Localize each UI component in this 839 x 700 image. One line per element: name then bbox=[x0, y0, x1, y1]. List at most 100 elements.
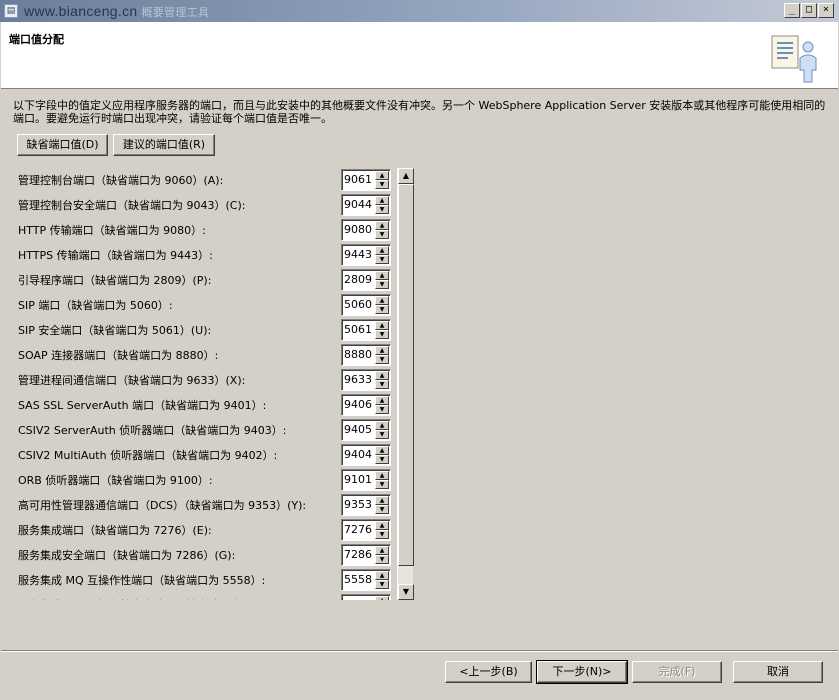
app-icon: ▤ bbox=[4, 4, 18, 18]
port-value-spinner[interactable]: ▲▼ bbox=[341, 569, 391, 591]
port-value-spinner[interactable]: ▲▼ bbox=[341, 194, 391, 216]
port-value-input[interactable] bbox=[344, 498, 374, 511]
port-value-input[interactable] bbox=[344, 273, 374, 286]
port-value-input[interactable] bbox=[344, 398, 374, 411]
port-row: CSIV2 MultiAuth 侦听器端口（缺省端口为 9402）: ▲▼ bbox=[12, 443, 397, 468]
recommended-ports-button[interactable]: 建议的端口值(R) bbox=[113, 134, 215, 156]
spin-down-arrow-icon[interactable]: ▼ bbox=[375, 480, 389, 489]
scrollbar-thumb[interactable] bbox=[398, 184, 414, 566]
port-value-spinner[interactable]: ▲▼ bbox=[341, 269, 391, 291]
port-value-spinner[interactable]: ▲▼ bbox=[341, 394, 391, 416]
port-value-input[interactable] bbox=[344, 373, 374, 386]
port-list-scrollbar[interactable]: ▲ ▼ bbox=[397, 168, 414, 600]
spin-down-arrow-icon[interactable]: ▼ bbox=[375, 280, 389, 289]
spin-down-arrow-icon[interactable]: ▼ bbox=[375, 455, 389, 464]
spin-up-arrow-icon[interactable]: ▲ bbox=[375, 246, 389, 255]
port-label: 服务集成 MQ 互操作性安全端口（缺省端口为 5578）: bbox=[18, 597, 287, 600]
spin-down-arrow-icon[interactable]: ▼ bbox=[375, 255, 389, 264]
port-value-spinner[interactable]: ▲▼ bbox=[341, 544, 391, 566]
footer-divider bbox=[1, 650, 838, 652]
port-value-input[interactable] bbox=[344, 298, 374, 311]
spin-down-arrow-icon[interactable]: ▼ bbox=[375, 380, 389, 389]
port-value-input[interactable] bbox=[344, 248, 374, 261]
port-label: SIP 安全端口（缺省端口为 5061）(U): bbox=[18, 324, 212, 337]
spin-up-arrow-icon[interactable]: ▲ bbox=[375, 221, 389, 230]
spin-down-arrow-icon[interactable]: ▼ bbox=[375, 405, 389, 414]
port-value-spinner[interactable]: ▲▼ bbox=[341, 444, 391, 466]
spin-down-arrow-icon[interactable]: ▼ bbox=[375, 530, 389, 539]
spin-up-arrow-icon[interactable]: ▲ bbox=[375, 196, 389, 205]
scroll-up-arrow-icon[interactable]: ▲ bbox=[398, 168, 414, 184]
spin-up-arrow-icon[interactable]: ▲ bbox=[375, 496, 389, 505]
port-value-spinner[interactable]: ▲▼ bbox=[341, 369, 391, 391]
default-ports-button[interactable]: 缺省端口值(D) bbox=[17, 134, 108, 156]
port-list: 管理控制台端口（缺省端口为 9060）(A):▲▼管理控制台安全端口（缺省端口为… bbox=[12, 168, 397, 600]
port-value-spinner[interactable]: ▲▼ bbox=[341, 244, 391, 266]
port-value-spinner[interactable]: ▲▼ bbox=[341, 344, 391, 366]
port-label: 管理控制台端口（缺省端口为 9060）(A): bbox=[18, 174, 224, 187]
maximize-button[interactable]: □ bbox=[801, 3, 817, 18]
spin-down-arrow-icon[interactable]: ▼ bbox=[375, 180, 389, 189]
port-value-input[interactable] bbox=[344, 548, 374, 561]
port-label: HTTP 传输端口（缺省端口为 9080）: bbox=[18, 224, 206, 237]
minimize-button[interactable]: _ bbox=[784, 3, 800, 18]
port-value-input[interactable] bbox=[344, 523, 374, 536]
port-value-spinner[interactable]: ▲▼ bbox=[341, 294, 391, 316]
port-value-input[interactable] bbox=[344, 423, 374, 436]
spin-down-arrow-icon[interactable]: ▼ bbox=[375, 355, 389, 364]
cancel-button[interactable]: 取消 bbox=[733, 661, 823, 683]
description-text: 以下字段中的值定义应用程序服务器的端口，而且与此安装中的其他概要文件没有冲突。另… bbox=[13, 99, 826, 125]
spin-up-arrow-icon[interactable]: ▲ bbox=[375, 396, 389, 405]
spin-down-arrow-icon[interactable]: ▼ bbox=[375, 330, 389, 339]
port-label: CSIV2 ServerAuth 侦听器端口（缺省端口为 9403）: bbox=[18, 424, 287, 437]
port-row: SIP 端口（缺省端口为 5060）: ▲▼ bbox=[12, 293, 397, 318]
port-value-spinner[interactable]: ▲▼ bbox=[341, 419, 391, 441]
scroll-down-arrow-icon[interactable]: ▼ bbox=[398, 584, 414, 600]
port-value-spinner[interactable]: ▲▼ bbox=[341, 469, 391, 491]
spin-up-arrow-icon[interactable]: ▲ bbox=[375, 571, 389, 580]
spin-down-arrow-icon[interactable]: ▼ bbox=[375, 205, 389, 214]
spin-up-arrow-icon[interactable]: ▲ bbox=[375, 321, 389, 330]
spin-down-arrow-icon[interactable]: ▼ bbox=[375, 230, 389, 239]
spin-up-arrow-icon[interactable]: ▲ bbox=[375, 271, 389, 280]
port-value-input[interactable] bbox=[344, 173, 374, 186]
port-row: 管理控制台安全端口（缺省端口为 9043）(C): ▲▼ bbox=[12, 193, 397, 218]
port-value-spinner[interactable]: ▲▼ bbox=[341, 519, 391, 541]
port-value-input[interactable] bbox=[344, 473, 374, 486]
spin-down-arrow-icon[interactable]: ▼ bbox=[375, 430, 389, 439]
spin-down-arrow-icon[interactable]: ▼ bbox=[375, 555, 389, 564]
spin-down-arrow-icon[interactable]: ▼ bbox=[375, 305, 389, 314]
spin-up-arrow-icon[interactable]: ▲ bbox=[375, 296, 389, 305]
port-value-input[interactable] bbox=[344, 323, 374, 336]
port-value-input[interactable] bbox=[344, 223, 374, 236]
spin-up-arrow-icon[interactable]: ▲ bbox=[375, 596, 389, 600]
spin-up-arrow-icon[interactable]: ▲ bbox=[375, 446, 389, 455]
next-button[interactable]: 下一步(N)> bbox=[536, 660, 628, 684]
back-button[interactable]: <上一步(B) bbox=[445, 661, 532, 683]
spin-down-arrow-icon[interactable]: ▼ bbox=[375, 580, 389, 589]
port-row: 高可用性管理器通信端口（DCS）（缺省端口为 9353）(Y): ▲▼ bbox=[12, 493, 397, 518]
spin-up-arrow-icon[interactable]: ▲ bbox=[375, 546, 389, 555]
port-value-spinner[interactable]: ▲▼ bbox=[341, 319, 391, 341]
port-value-input[interactable] bbox=[344, 598, 374, 600]
port-value-input[interactable] bbox=[344, 573, 374, 586]
port-label: SAS SSL ServerAuth 端口（缺省端口为 9401）: bbox=[18, 399, 267, 412]
port-value-input[interactable] bbox=[344, 348, 374, 361]
spin-up-arrow-icon[interactable]: ▲ bbox=[375, 471, 389, 480]
port-value-spinner[interactable]: ▲▼ bbox=[341, 169, 391, 191]
finish-button[interactable]: 完成(F) bbox=[632, 661, 722, 683]
port-value-input[interactable] bbox=[344, 448, 374, 461]
port-value-input[interactable] bbox=[344, 198, 374, 211]
window-titlebar[interactable]: ▤ www.bianceng.cn 概要管理工具 _ □ × bbox=[0, 0, 839, 22]
port-value-spinner[interactable]: ▲▼ bbox=[341, 494, 391, 516]
spin-up-arrow-icon[interactable]: ▲ bbox=[375, 346, 389, 355]
spin-up-arrow-icon[interactable]: ▲ bbox=[375, 171, 389, 180]
port-value-spinner[interactable]: ▲▼ bbox=[341, 594, 391, 600]
port-value-spinner[interactable]: ▲▼ bbox=[341, 219, 391, 241]
spin-down-arrow-icon[interactable]: ▼ bbox=[375, 505, 389, 514]
close-button[interactable]: × bbox=[818, 3, 834, 18]
spin-up-arrow-icon[interactable]: ▲ bbox=[375, 421, 389, 430]
port-row: SIP 安全端口（缺省端口为 5061）(U): ▲▼ bbox=[12, 318, 397, 343]
spin-up-arrow-icon[interactable]: ▲ bbox=[375, 521, 389, 530]
spin-up-arrow-icon[interactable]: ▲ bbox=[375, 371, 389, 380]
